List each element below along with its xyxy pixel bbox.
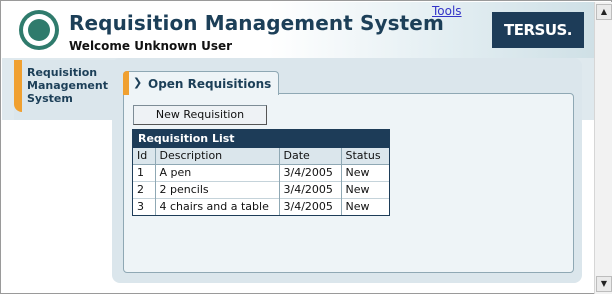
- cell-date: 3/4/2005: [279, 180, 342, 198]
- cell-description: 4 chairs and a table: [155, 197, 280, 215]
- table-row[interactable]: 3 4 chairs and a table 3/4/2005 New: [133, 197, 389, 215]
- column-header-description: Description: [155, 148, 280, 165]
- cell-id: 1: [133, 163, 156, 181]
- tab-accent: [123, 71, 129, 95]
- circle-logo-icon: [19, 10, 59, 50]
- tab-label: Open Requisitions: [148, 77, 272, 91]
- sidebar-accent: [14, 60, 22, 112]
- tab-open-requisitions[interactable]: ❯ Open Requisitions: [123, 71, 279, 95]
- table-header-row: Id Description Date Status: [133, 148, 389, 165]
- cell-id: 2: [133, 180, 156, 198]
- scroll-up-icon[interactable]: ▲: [596, 4, 612, 20]
- requisition-list-table: Requisition List Id Description Date Sta…: [132, 129, 390, 216]
- tersus-logo: TERSUS.: [492, 12, 584, 48]
- vertical-scrollbar[interactable]: ▲ ▼: [594, 2, 612, 294]
- new-requisition-button[interactable]: New Requisition: [133, 105, 267, 125]
- table-caption: Requisition List: [133, 130, 389, 148]
- chevron-right-icon: ❯: [133, 76, 143, 89]
- app-window: Requisition Management System Welcome Un…: [0, 0, 612, 294]
- sidebar-item-requisition-management[interactable]: Requisition Management System: [14, 60, 122, 120]
- column-header-id: Id: [133, 148, 156, 165]
- cell-date: 3/4/2005: [279, 197, 342, 215]
- scroll-down-icon[interactable]: ▼: [596, 276, 612, 292]
- table-row[interactable]: 2 2 pencils 3/4/2005 New: [133, 180, 389, 198]
- header: Requisition Management System Welcome Un…: [2, 2, 594, 58]
- cell-status: New: [341, 197, 389, 215]
- cell-id: 3: [133, 197, 156, 215]
- column-header-status: Status: [341, 148, 389, 165]
- table-row[interactable]: 1 A pen 3/4/2005 New: [133, 163, 389, 181]
- cell-status: New: [341, 180, 389, 198]
- cell-status: New: [341, 163, 389, 181]
- cell-date: 3/4/2005: [279, 163, 342, 181]
- cell-description: 2 pencils: [155, 180, 280, 198]
- cell-description: A pen: [155, 163, 280, 181]
- welcome-message: Welcome Unknown User: [69, 39, 233, 53]
- tools-link[interactable]: Tools: [432, 4, 462, 18]
- app-title: Requisition Management System: [69, 11, 444, 35]
- column-header-date: Date: [279, 148, 342, 165]
- sidebar-item-label: Requisition Management System: [27, 66, 108, 105]
- logo-dot: [28, 19, 50, 41]
